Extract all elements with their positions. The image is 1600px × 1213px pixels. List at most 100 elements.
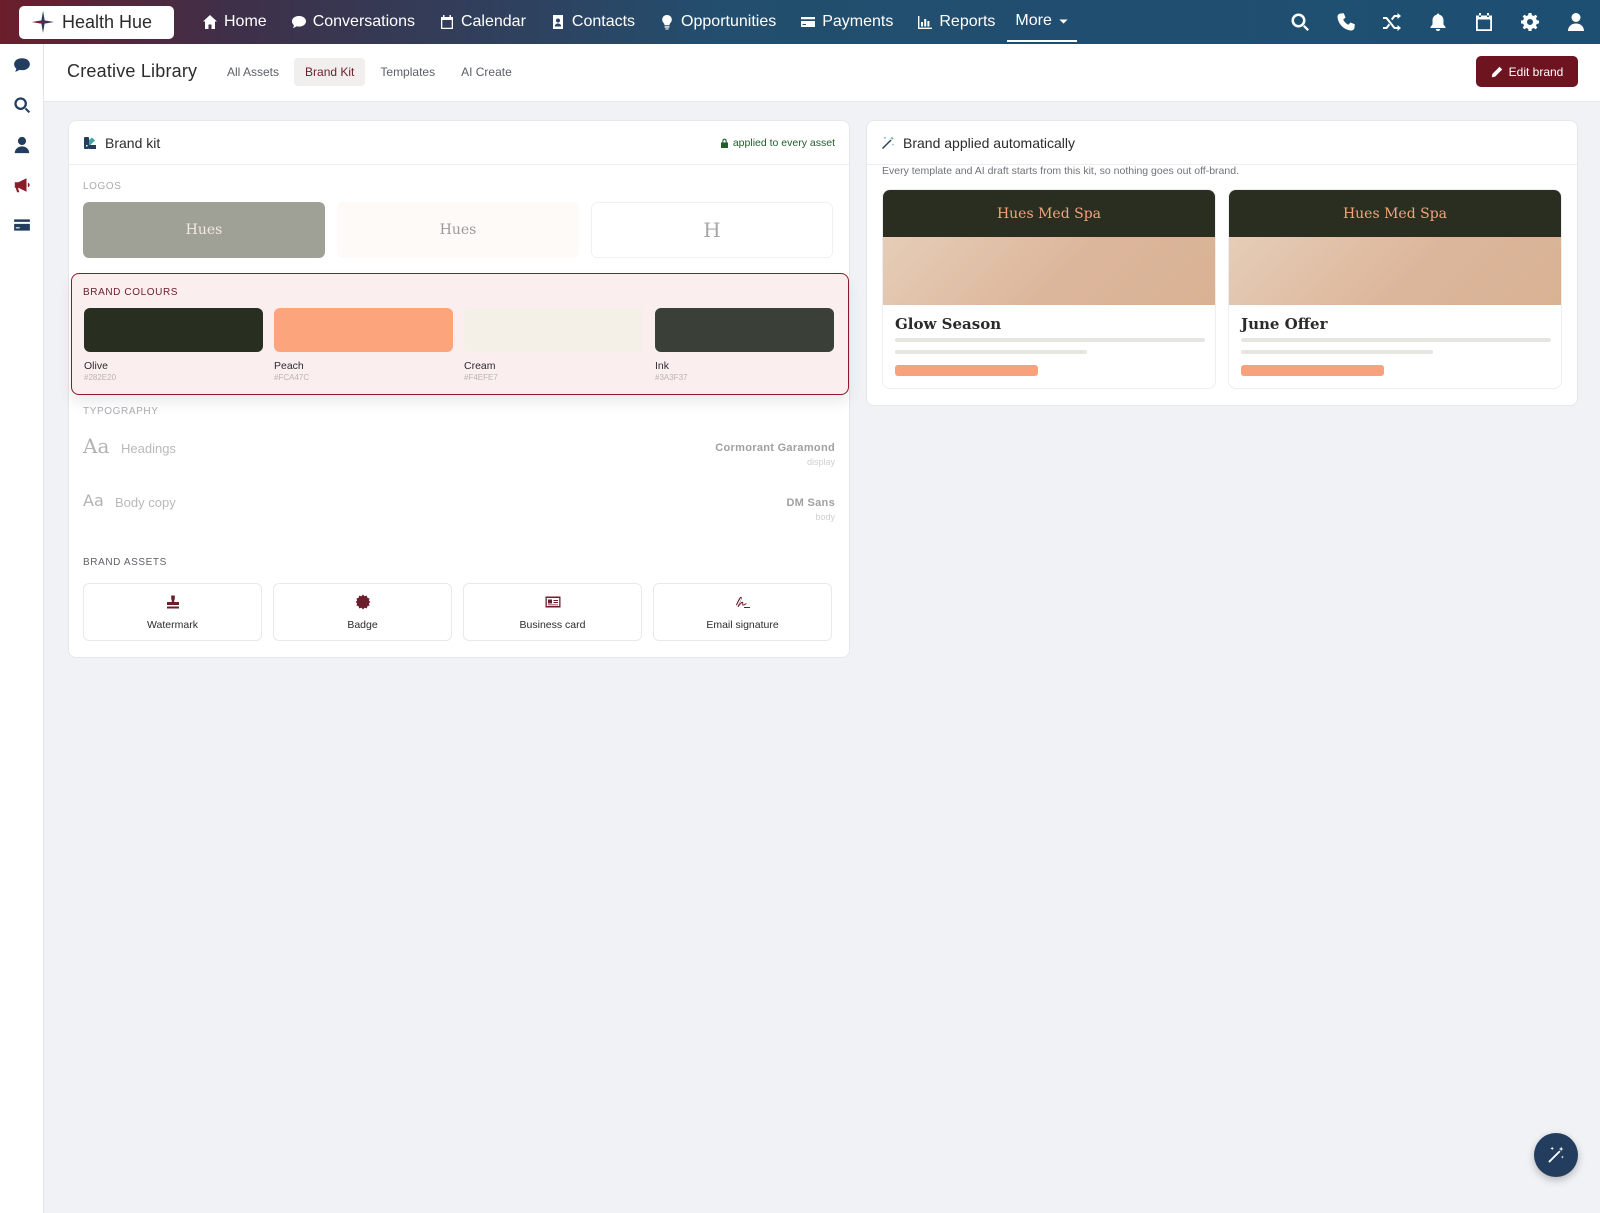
nav-contacts[interactable]: Contacts xyxy=(538,0,647,44)
preview-text-line xyxy=(895,338,1205,342)
ai-assist-fab[interactable] xyxy=(1534,1133,1578,1177)
contact-card-icon xyxy=(552,15,563,29)
brand-applied-header: Brand applied automatically xyxy=(867,121,1577,165)
swatch-olive[interactable] xyxy=(84,308,263,352)
tab-all-assets[interactable]: All Assets xyxy=(216,58,290,86)
preview-text-line xyxy=(1241,350,1433,354)
nav-home[interactable]: Home xyxy=(190,0,279,44)
brand-applied-card: Brand applied automatically Every templa… xyxy=(866,120,1578,406)
swatch-cream-name: Cream xyxy=(464,360,496,372)
nav-payments-label: Payments xyxy=(822,13,894,30)
heading-type-label: Headings xyxy=(121,441,176,456)
body-font-role: body xyxy=(815,512,835,522)
asset-business-card[interactable]: Business card xyxy=(463,583,642,641)
swatch-ink[interactable] xyxy=(655,308,834,352)
caret-down-icon xyxy=(1059,18,1068,24)
heading-sample: Aa xyxy=(83,434,110,458)
user-icon[interactable] xyxy=(1566,12,1586,32)
swatch-peach-name: Peach xyxy=(274,360,304,372)
logo-primary-text: Hues xyxy=(185,222,223,238)
edit-brand-button[interactable]: Edit brand xyxy=(1476,56,1578,87)
logo-primary[interactable]: Hues xyxy=(83,202,325,258)
user-icon[interactable] xyxy=(13,136,31,154)
template-preview-june-offer[interactable]: Hues Med Spa June Offer xyxy=(1228,189,1562,389)
id-card-icon xyxy=(545,596,560,608)
edit-brand-label: Edit brand xyxy=(1508,64,1564,79)
tab-brand-kit[interactable]: Brand Kit xyxy=(294,58,366,86)
preview-text-line xyxy=(895,350,1087,354)
nav-reports-label: Reports xyxy=(939,13,996,30)
megaphone-icon[interactable] xyxy=(13,176,31,194)
heading-font-role: display xyxy=(806,457,835,467)
swatch-cream[interactable] xyxy=(464,308,643,352)
gear-icon[interactable] xyxy=(1520,12,1540,32)
typography-label: Typography xyxy=(83,406,159,417)
asset-email-signature-label: Email signature xyxy=(706,619,779,631)
nav-contacts-label: Contacts xyxy=(571,13,636,30)
body-font-name: DM Sans xyxy=(786,497,835,509)
nav-opportunities-label: Opportunities xyxy=(681,13,777,30)
calendar-icon[interactable] xyxy=(1474,12,1494,32)
app-logo[interactable]: Health Hue xyxy=(19,5,174,39)
credit-card-icon[interactable] xyxy=(13,216,31,234)
shuffle-icon[interactable] xyxy=(1382,12,1402,32)
magic-wand-icon xyxy=(882,136,895,149)
home-icon xyxy=(203,15,217,29)
nav-reports[interactable]: Reports xyxy=(905,0,1007,44)
library-tabs: All Assets Brand Kit Templates AI Create xyxy=(216,58,523,86)
nav-conversations[interactable]: Conversations xyxy=(279,0,427,44)
asset-watermark[interactable]: Watermark xyxy=(83,583,262,641)
pencil-icon xyxy=(1491,66,1502,77)
preview-brand-header: Hues Med Spa xyxy=(883,190,1215,237)
brand-kit-card: Brand kit applied to every asset Logos H… xyxy=(68,120,850,658)
brand-kit-title: Brand kit xyxy=(105,134,161,151)
logo-light[interactable]: Hues xyxy=(337,202,579,258)
chat-icon xyxy=(291,16,306,29)
brand-applied-title: Brand applied automatically xyxy=(903,134,1075,151)
template-preview-glow-season[interactable]: Hues Med Spa Glow Season xyxy=(882,189,1216,389)
logo-monogram[interactable]: H xyxy=(591,202,833,258)
logo-monogram-text: H xyxy=(703,218,721,242)
badge-icon xyxy=(355,594,370,610)
nav-opportunities[interactable]: Opportunities xyxy=(647,0,788,44)
preview-brand-name: Hues Med Spa xyxy=(996,205,1102,222)
preview-title: June Offer xyxy=(1241,315,1328,333)
phone-icon[interactable] xyxy=(1336,12,1356,32)
search-icon[interactable] xyxy=(13,96,31,114)
asset-email-signature[interactable]: Email signature xyxy=(653,583,832,641)
signature-icon xyxy=(735,596,750,608)
calendar-icon xyxy=(440,15,453,29)
nav-calendar[interactable]: Calendar xyxy=(427,0,538,44)
swatch-olive-hex: #282E20 xyxy=(84,373,117,382)
lightbulb-icon xyxy=(662,15,672,30)
logo-light-text: Hues xyxy=(439,222,477,238)
applied-note: applied to every asset xyxy=(720,137,835,149)
chat-icon[interactable] xyxy=(13,56,31,74)
search-icon[interactable] xyxy=(1290,12,1310,32)
nav-calendar-label: Calendar xyxy=(460,13,526,30)
tab-ai-create[interactable]: AI Create xyxy=(450,58,523,86)
preview-text-line xyxy=(1241,338,1551,342)
health-hue-logo-icon xyxy=(31,10,55,34)
swatch-olive-name: Olive xyxy=(84,360,108,372)
preview-brand-header: Hues Med Spa xyxy=(1229,190,1561,237)
preview-brand-name: Hues Med Spa xyxy=(1342,205,1448,222)
swatch-peach[interactable] xyxy=(274,308,453,352)
app-name: Health Hue xyxy=(62,11,153,32)
logos-label: Logos xyxy=(83,181,122,192)
asset-badge-label: Badge xyxy=(347,619,378,631)
preview-hero-image xyxy=(1229,237,1561,305)
credit-card-icon xyxy=(801,17,816,27)
asset-badge[interactable]: Badge xyxy=(273,583,452,641)
brand-colours-label: Brand colours xyxy=(83,287,179,298)
swatch-ink-hex: #3A3F37 xyxy=(655,373,688,382)
top-utility-icons xyxy=(1290,0,1586,44)
tab-templates[interactable]: Templates xyxy=(369,58,446,86)
bell-icon[interactable] xyxy=(1428,12,1448,32)
body-type-label: Body copy xyxy=(115,495,176,510)
nav-more-dropdown[interactable]: More xyxy=(1007,2,1077,42)
brand-assets-label: Brand assets xyxy=(83,557,167,568)
applied-note-text: applied to every asset xyxy=(732,137,835,149)
top-navigation-bar: Health Hue Home Conversations Calendar C… xyxy=(0,0,1600,44)
nav-payments[interactable]: Payments xyxy=(788,0,905,44)
